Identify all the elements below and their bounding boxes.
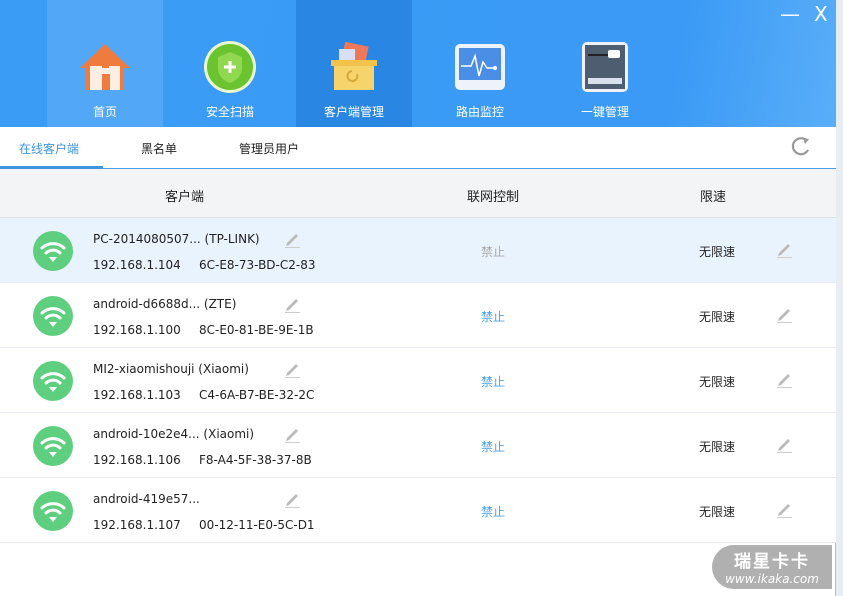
table-row[interactable]: MI2-xiaomishouji (Xiaomi) 192.168.1.103 … [0, 348, 836, 413]
table-header: 客户端 联网控制 限速 [0, 169, 836, 218]
speed-limit-value: 无限速 [699, 310, 736, 324]
client-ip: 192.168.1.107 [93, 518, 181, 532]
block-button[interactable]: 禁止 [481, 308, 505, 325]
watermark-url: www.ikaka.com [725, 572, 819, 586]
client-mac: 8C-E0-81-BE-9E-1B [199, 323, 314, 337]
edit-speed-pencil-icon[interactable] [775, 370, 793, 388]
table-row[interactable]: PC-2014080507... (TP-LINK) 192.168.1.104… [0, 218, 836, 283]
client-mac: C4-6A-B7-BE-32-2C [199, 388, 315, 402]
nav-security-scan-label: 安全扫描 [205, 105, 254, 119]
client-ip: 192.168.1.106 [93, 453, 181, 467]
table-row[interactable]: android-10e2e4... (Xiaomi) 192.168.1.106… [0, 413, 836, 478]
tab-blacklist[interactable]: 黑名单 [141, 140, 177, 157]
edit-speed-pencil-icon[interactable] [775, 305, 793, 323]
table-row[interactable]: android-419e57... 192.168.1.107 00-12-11… [0, 478, 836, 543]
router-icon [582, 42, 628, 92]
monitor-icon [455, 44, 505, 90]
tab-admin-users[interactable]: 管理员用户 [239, 140, 299, 157]
minimize-button[interactable]: — [780, 2, 800, 26]
top-nav-bar: — X 首页 安全扫描 客户端管理 路由监控 一键管理 [0, 0, 836, 127]
edit-name-pencil-icon[interactable] [283, 360, 301, 378]
speed-limit-value: 无限速 [699, 245, 736, 259]
column-speed-limit: 限速 [700, 190, 727, 205]
block-button[interactable]: 禁止 [481, 373, 505, 390]
house-icon [80, 44, 130, 90]
client-ip: 192.168.1.104 [93, 258, 181, 272]
nav-router-monitor[interactable]: 路由监控 [422, 0, 538, 127]
client-mac: F8-A4-5F-38-37-8B [199, 453, 312, 467]
column-network-control: 联网控制 [467, 190, 520, 205]
client-name: PC-2014080507... (TP-LINK) [93, 232, 260, 246]
client-name: MI2-xiaomishouji (Xiaomi) [93, 362, 249, 376]
client-mac: 6C-E8-73-BD-C2-83 [199, 258, 316, 272]
box-icon [331, 41, 377, 90]
nav-one-click-management[interactable]: 一键管理 [547, 0, 663, 127]
client-name: android-419e57... [93, 492, 200, 506]
sub-tabs: 在线客户端 黑名单 管理员用户 [0, 127, 836, 169]
speed-limit-value: 无限速 [699, 375, 736, 389]
speed-limit-value: 无限速 [699, 505, 736, 519]
nav-home[interactable]: 首页 [47, 0, 163, 127]
wifi-icon [33, 231, 73, 271]
table-row[interactable]: android-d6688d... (ZTE) 192.168.1.100 8C… [0, 283, 836, 348]
block-button[interactable]: 禁止 [481, 503, 505, 520]
wifi-icon [33, 361, 73, 401]
nav-security-scan[interactable]: 安全扫描 [172, 0, 288, 127]
client-ip: 192.168.1.100 [93, 323, 181, 337]
wifi-icon [33, 491, 73, 531]
nav-client-management[interactable]: 客户端管理 [296, 0, 412, 127]
watermark: 瑞星卡卡 www.ikaka.com [712, 545, 832, 589]
edit-name-pencil-icon[interactable] [283, 490, 301, 508]
client-ip: 192.168.1.103 [93, 388, 181, 402]
speed-limit-value: 无限速 [699, 440, 736, 454]
nav-client-management-label: 客户端管理 [323, 105, 384, 119]
background-desktop-strip [836, 0, 843, 596]
edit-speed-pencil-icon[interactable] [775, 500, 793, 518]
watermark-brand: 瑞星卡卡 [734, 552, 810, 572]
edit-speed-pencil-icon[interactable] [775, 240, 793, 258]
refresh-icon[interactable] [790, 136, 812, 158]
client-name: android-d6688d... (ZTE) [93, 297, 237, 311]
edit-speed-pencil-icon[interactable] [775, 435, 793, 453]
client-name: android-10e2e4... (Xiaomi) [93, 427, 255, 441]
nav-one-click-management-label: 一键管理 [580, 105, 629, 119]
shield-icon [204, 41, 256, 93]
tab-online-clients[interactable]: 在线客户端 [19, 140, 79, 157]
edit-name-pencil-icon[interactable] [283, 425, 301, 443]
nav-router-monitor-label: 路由监控 [455, 105, 504, 119]
column-client: 客户端 [165, 190, 205, 205]
block-button[interactable]: 禁止 [481, 438, 505, 455]
close-button[interactable]: X [814, 2, 828, 26]
block-button[interactable]: 禁止 [481, 243, 505, 260]
client-mac: 00-12-11-E0-5C-D1 [199, 518, 315, 532]
wifi-icon [33, 296, 73, 336]
edit-name-pencil-icon[interactable] [283, 230, 301, 248]
wifi-icon [33, 426, 73, 466]
nav-home-label: 首页 [92, 105, 117, 119]
edit-name-pencil-icon[interactable] [283, 295, 301, 313]
router-client-window: — X 首页 安全扫描 客户端管理 路由监控 一键管理 在线客户端 黑名单 管理… [0, 0, 836, 596]
